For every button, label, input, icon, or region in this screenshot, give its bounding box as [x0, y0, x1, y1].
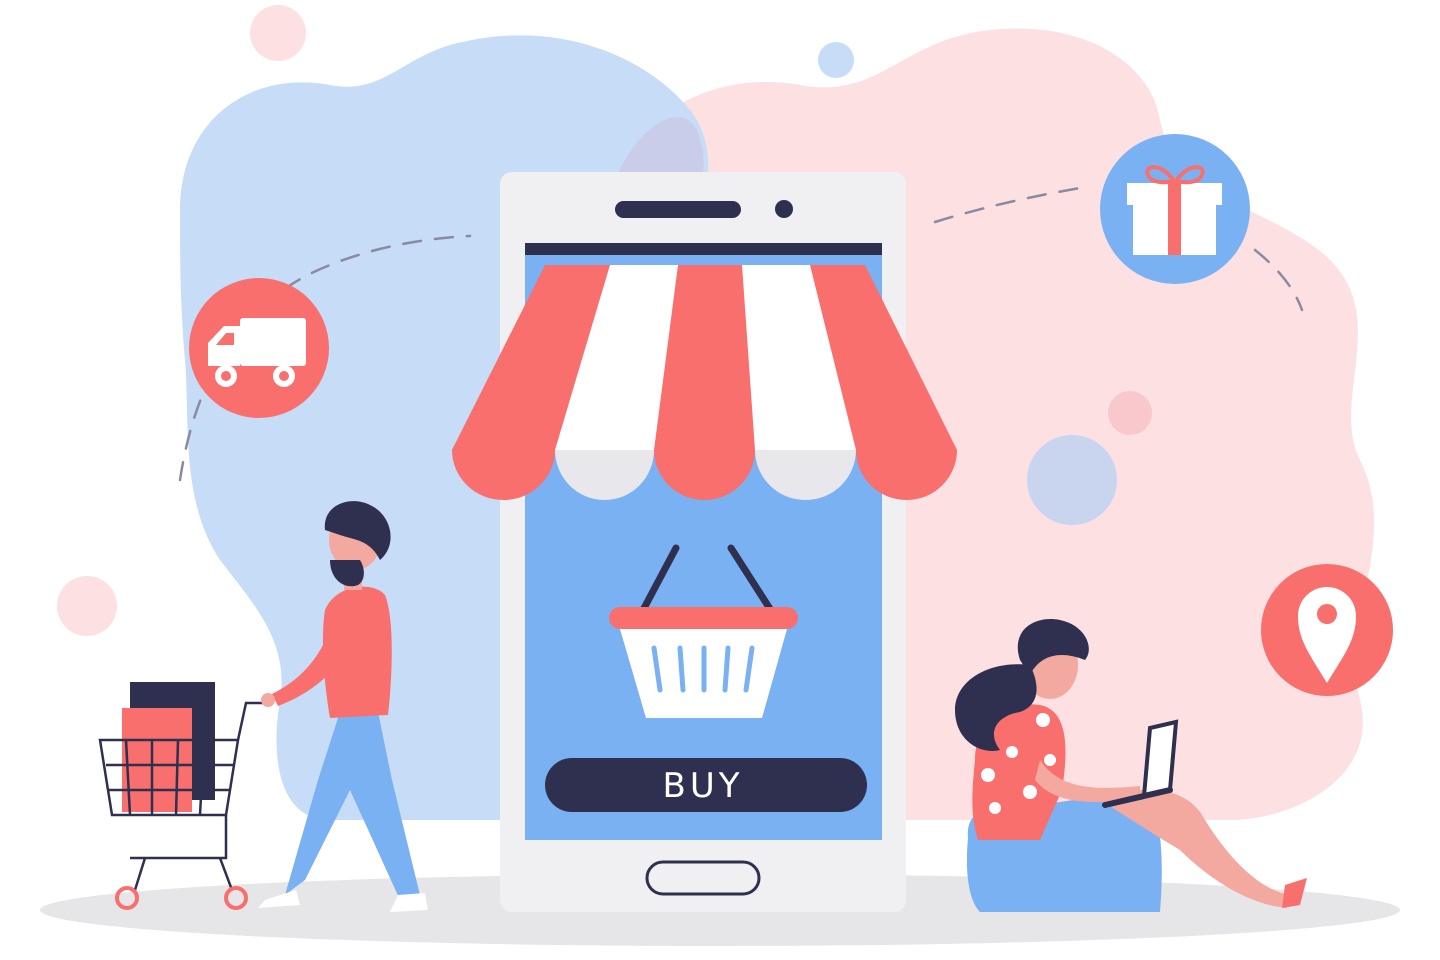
illustration-canvas: BUY: [40, 5, 1400, 946]
bubble-pink-right: [1108, 391, 1152, 435]
bubble-pink-left: [57, 576, 117, 636]
phone-camera: [775, 200, 793, 218]
bubble-pink-top: [250, 5, 306, 61]
phone-speaker: [615, 201, 741, 218]
shopping-cart-icon: [98, 682, 270, 910]
buy-button[interactable]: BUY: [545, 758, 867, 812]
location-pin-icon: [1261, 564, 1393, 696]
bubble-blue-top: [818, 42, 854, 78]
phone-screen-topbar: [525, 243, 882, 255]
gift-icon: [1100, 134, 1250, 284]
ecommerce-illustration: BUY: [0, 0, 1440, 960]
bubble-blue-right: [1027, 435, 1117, 525]
delivery-truck-icon: [189, 278, 329, 418]
buy-button-label: BUY: [663, 766, 744, 806]
shop-awning: [452, 265, 957, 500]
